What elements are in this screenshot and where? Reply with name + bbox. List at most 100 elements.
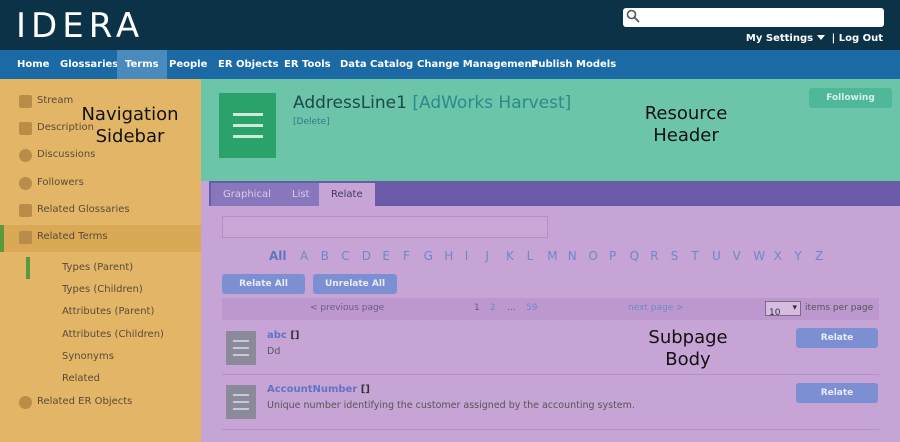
resource-header: AddressLine1 [AdWorks Harvest] [Delete] … xyxy=(201,79,900,181)
separator: | xyxy=(831,33,836,44)
delete-link[interactable]: [Delete] xyxy=(293,117,330,127)
previous-page-link[interactable]: < previous page xyxy=(310,303,384,313)
document-icon xyxy=(219,93,276,158)
sidebar-item-followers[interactable]: Followers xyxy=(0,171,201,198)
alpha-filter-d[interactable]: D xyxy=(362,249,371,263)
alpha-filter-k[interactable]: K xyxy=(506,249,514,263)
sidebar-item-related-er-objects[interactable]: Related ER Objects xyxy=(0,390,201,417)
user-links: My Settings | Log Out xyxy=(746,33,883,44)
alpha-filter-o[interactable]: O xyxy=(588,249,597,263)
sidebar-item-label: Related Terms xyxy=(37,231,108,242)
nav-people[interactable]: People xyxy=(161,50,215,79)
resource-name: AddressLine1 xyxy=(293,93,407,113)
alpha-filter-p[interactable]: P xyxy=(609,249,616,263)
description-icon xyxy=(19,122,32,135)
alpha-filter-b[interactable]: B xyxy=(321,249,329,263)
alpha-filter-x[interactable]: X xyxy=(774,249,782,263)
subpage-body: Graphical List Relate All A B C D E F G H I J K L M N O… xyxy=(201,181,900,442)
discussions-icon xyxy=(19,149,32,162)
nav-glossaries[interactable]: Glossaries xyxy=(52,50,126,79)
sidebar-subitem-label: Attributes (Parent) xyxy=(62,306,155,317)
idera-logo[interactable]: IDERA xyxy=(16,8,144,44)
sidebar-subitem-label: Attributes (Children) xyxy=(62,329,164,340)
items-per-page-select[interactable]: 10 ▾ xyxy=(765,301,801,318)
alpha-filter-t[interactable]: T xyxy=(691,249,698,263)
page-59-link[interactable]: 59 xyxy=(526,303,537,313)
alpha-filter-j[interactable]: J xyxy=(485,249,489,263)
tab-relate[interactable]: Relate xyxy=(319,183,375,206)
navigation-sidebar-label: Navigation Sidebar xyxy=(81,104,179,147)
following-button[interactable]: Following xyxy=(809,88,892,108)
alpha-filter-g[interactable]: G xyxy=(424,249,433,263)
chevron-down-icon: ▾ xyxy=(792,303,797,313)
relate-all-button[interactable]: Relate All xyxy=(222,274,305,294)
page-2-link[interactable]: 2 xyxy=(490,303,496,313)
nav-data-catalog[interactable]: Data Catalog xyxy=(332,50,421,79)
sidebar-subitem-attributes-children[interactable]: Attributes (Children) xyxy=(26,324,201,346)
navigation-sidebar: Stream Description Discussions Followers… xyxy=(0,79,201,442)
followers-icon xyxy=(19,177,32,190)
term-icon xyxy=(226,385,256,419)
alpha-filter-r[interactable]: R xyxy=(650,249,658,263)
nav-er-tools[interactable]: ER Tools xyxy=(276,50,339,79)
nav-home[interactable]: Home xyxy=(9,50,57,79)
alpha-filter-i[interactable]: I xyxy=(465,249,469,263)
sidebar-item-label: Related Glossaries xyxy=(37,204,130,215)
resource-title: AddressLine1 [AdWorks Harvest] xyxy=(293,93,571,113)
relate-button[interactable]: Relate xyxy=(796,328,878,348)
alpha-filter-h[interactable]: H xyxy=(444,249,453,263)
table-row-description: Dd xyxy=(267,346,281,357)
alpha-filter-z[interactable]: Z xyxy=(815,249,823,263)
stream-icon xyxy=(19,95,32,108)
sidebar-item-related-glossaries[interactable]: Related Glossaries xyxy=(0,198,201,225)
alpha-filter-all[interactable]: All xyxy=(269,249,287,263)
er-objects-icon xyxy=(19,396,32,409)
search-box[interactable] xyxy=(623,8,884,27)
nav-publish-models[interactable]: Publish Models xyxy=(523,50,624,79)
sidebar-subitem-label: Types (Parent) xyxy=(62,262,134,273)
sidebar-item-label: Related ER Objects xyxy=(37,396,133,407)
table-row-title[interactable]: abc [] xyxy=(267,330,299,341)
alpha-filter-f[interactable]: F xyxy=(403,249,410,263)
divider xyxy=(222,374,879,375)
alpha-filter-y[interactable]: Y xyxy=(794,249,801,263)
sidebar-subitem-synonyms[interactable]: Synonyms xyxy=(26,346,201,368)
relate-button[interactable]: Relate xyxy=(796,383,878,403)
sidebar-item-label: Followers xyxy=(37,177,84,188)
alpha-filter-s[interactable]: S xyxy=(671,249,679,263)
filter-input[interactable] xyxy=(222,216,548,238)
sidebar-item-related-terms[interactable]: Related Terms xyxy=(0,225,201,252)
page-1: 1 xyxy=(474,303,480,313)
subpage-body-label: Subpage Body xyxy=(648,327,728,370)
sidebar-subitem-types-parent[interactable]: Types (Parent) xyxy=(26,257,201,279)
alpha-filter-l[interactable]: L xyxy=(527,249,534,263)
nav-terms[interactable]: Terms xyxy=(117,50,167,79)
tab-graphical[interactable]: Graphical xyxy=(211,183,283,206)
alpha-filter-c[interactable]: C xyxy=(341,249,349,263)
resource-glossary-link[interactable]: [AdWorks Harvest] xyxy=(412,93,571,113)
alpha-filter-e[interactable]: E xyxy=(382,249,390,263)
tab-list[interactable]: List xyxy=(280,183,322,206)
sidebar-subitem-label: Types (Children) xyxy=(62,284,143,295)
sidebar-subitem-related[interactable]: Related xyxy=(26,368,201,390)
my-settings-link[interactable]: My Settings xyxy=(746,33,828,44)
alpha-filter-m[interactable]: M xyxy=(547,249,557,263)
unrelate-all-button[interactable]: Unrelate All xyxy=(313,274,397,294)
table-row-description: Unique number identifying the customer a… xyxy=(267,400,635,411)
logout-link[interactable]: Log Out xyxy=(839,33,883,44)
table-row-title[interactable]: AccountNumber [] xyxy=(267,384,370,395)
alpha-filter-n[interactable]: N xyxy=(568,249,577,263)
top-header: IDERA My Settings | Log Out xyxy=(0,0,900,50)
next-page-link[interactable]: next page > xyxy=(628,303,684,313)
sidebar-subitem-types-children[interactable]: Types (Children) xyxy=(26,279,201,301)
subpage-tabs: Graphical List Relate xyxy=(209,181,900,206)
alpha-filter-w[interactable]: W xyxy=(753,249,765,263)
alpha-filter-a[interactable]: A xyxy=(300,249,308,263)
search-input[interactable] xyxy=(643,9,879,26)
alpha-filter-q[interactable]: Q xyxy=(630,249,639,263)
items-per-page-label: items per page xyxy=(805,303,874,313)
sidebar-subitem-attributes-parent[interactable]: Attributes (Parent) xyxy=(26,301,201,323)
alpha-filter-u[interactable]: U xyxy=(712,249,721,263)
glossary-icon xyxy=(19,204,32,217)
alpha-filter-v[interactable]: V xyxy=(733,249,741,263)
